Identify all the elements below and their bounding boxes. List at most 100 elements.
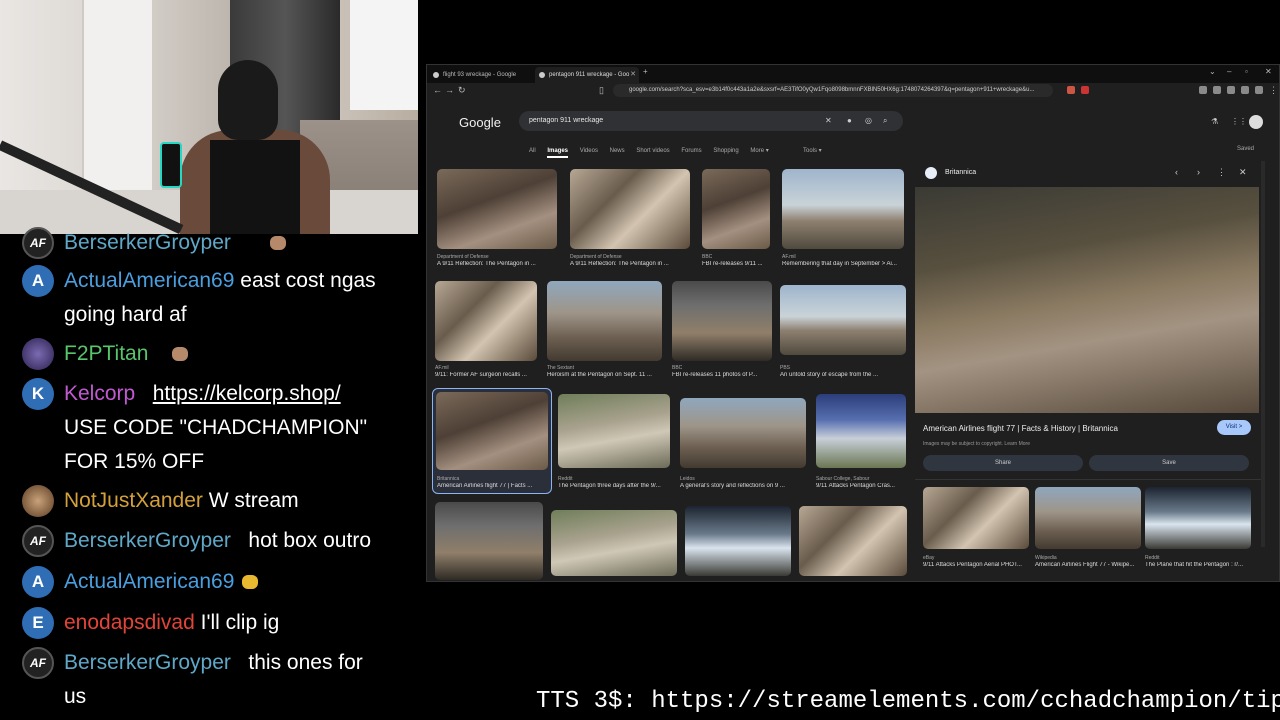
- restore-icon[interactable]: ▫: [1245, 67, 1248, 76]
- related-image[interactable]: [1145, 487, 1251, 549]
- result-image[interactable]: [558, 394, 670, 468]
- emote-icon: [242, 575, 259, 590]
- result-image[interactable]: [799, 506, 907, 576]
- bookmark-icon[interactable]: ▯: [599, 85, 604, 96]
- avatar[interactable]: [1249, 115, 1263, 129]
- minimize-icon[interactable]: –: [1227, 67, 1231, 76]
- related-image[interactable]: [923, 487, 1029, 549]
- result-image[interactable]: [782, 169, 904, 249]
- close-tab-icon[interactable]: ✕: [630, 67, 636, 83]
- chat-link[interactable]: https://kelcorp.shop/: [153, 382, 341, 405]
- tab-images[interactable]: Images: [547, 148, 569, 158]
- divider: [915, 479, 1261, 480]
- tab-search-icon[interactable]: ⌄: [1209, 67, 1216, 76]
- result-image[interactable]: [551, 510, 677, 576]
- result-source: AF.mil: [435, 365, 449, 371]
- result-image[interactable]: [570, 169, 690, 249]
- tab-news[interactable]: News: [610, 148, 625, 154]
- saved-link[interactable]: Saved: [1237, 146, 1254, 152]
- tab-shopping[interactable]: Shopping: [713, 148, 738, 154]
- visit-button[interactable]: Visit >: [1217, 420, 1251, 435]
- chat-text: going hard af: [64, 303, 187, 326]
- chat-line: ActualAmerican69 east cost ngas: [64, 264, 376, 298]
- downloads-icon[interactable]: [1227, 86, 1235, 94]
- tab-more[interactable]: More ▾: [750, 148, 768, 154]
- chat-username: BerserkerGroyper: [64, 529, 231, 552]
- close-window-icon[interactable]: ✕: [1265, 67, 1272, 76]
- panel-source[interactable]: Britannica: [945, 169, 976, 176]
- new-tab-icon[interactable]: +: [643, 67, 648, 76]
- google-favicon-icon: [433, 72, 439, 78]
- google-images-page: Google pentagon 911 wreckage ✕ ● ◎ ⌕ ⚗ ⋮…: [427, 99, 1279, 581]
- google-logo[interactable]: Google: [459, 115, 501, 130]
- chat-username: ActualAmerican69: [64, 570, 235, 593]
- more-icon[interactable]: ⋮: [1217, 167, 1226, 178]
- result-image[interactable]: [816, 394, 906, 468]
- extensions-icon[interactable]: [1199, 86, 1207, 94]
- search-input[interactable]: pentagon 911 wreckage ✕ ● ◎ ⌕: [519, 111, 903, 131]
- result-title[interactable]: Remembering that day in September > Ai..…: [782, 261, 904, 267]
- forward-icon[interactable]: →: [445, 85, 454, 95]
- related-image[interactable]: [1035, 487, 1141, 549]
- profile-icon[interactable]: [1241, 86, 1249, 94]
- result-title[interactable]: A 9/11 Reflection: The Pentagon in ...: [570, 261, 690, 267]
- result-title[interactable]: A general's story and reflections on 9 .…: [680, 483, 806, 489]
- result-image[interactable]: [672, 281, 772, 361]
- camera-icon[interactable]: ◎: [865, 111, 872, 131]
- extension-icon[interactable]: [1081, 86, 1089, 94]
- result-title[interactable]: FBI re-releases 11 photos of P...: [672, 372, 772, 378]
- chat-panel: AF BerserkerGroyper A ActualAmerican69 e…: [0, 224, 418, 720]
- search-query: pentagon 911 wreckage: [529, 117, 604, 124]
- menu-icon[interactable]: ⋮: [1269, 85, 1278, 96]
- result-title[interactable]: FBI re-releases 9/11 ...: [702, 261, 770, 267]
- tab-pentagon[interactable]: pentagon 911 wreckage - Goo ✕: [535, 67, 639, 83]
- result-title[interactable]: A 9/11 Reflection: The Pentagon in ...: [437, 261, 557, 267]
- result-title[interactable]: The Pentagon three days after the 9/...: [558, 483, 670, 489]
- result-image[interactable]: [547, 281, 662, 361]
- apps-icon[interactable]: ⋮⋮: [1231, 117, 1247, 126]
- result-title[interactable]: An untold story of escape from the ...: [780, 372, 906, 378]
- avatar: A: [22, 566, 54, 598]
- reading-list-icon[interactable]: [1213, 86, 1221, 94]
- related-title[interactable]: American Airlines Flight 77 - Wikipe...: [1035, 562, 1141, 568]
- tab-short-videos[interactable]: Short videos: [636, 148, 669, 154]
- result-image[interactable]: [685, 506, 791, 576]
- result-image[interactable]: [702, 169, 770, 249]
- related-title[interactable]: The Plane that hit the Pentagon : r/...: [1145, 562, 1251, 568]
- save-button[interactable]: Save: [1089, 455, 1249, 471]
- result-image[interactable]: [435, 502, 543, 580]
- result-source: The Sextant: [547, 365, 574, 371]
- result-image[interactable]: [436, 392, 548, 470]
- share-button[interactable]: Share: [923, 455, 1083, 471]
- labs-icon[interactable]: ⚗: [1211, 117, 1218, 126]
- result-image[interactable]: [435, 281, 537, 361]
- reload-icon[interactable]: ↻: [458, 85, 466, 96]
- tab-all[interactable]: All: [529, 148, 536, 154]
- tab-flight93[interactable]: flight 93 wreckage - Google Search: [429, 67, 533, 94]
- extension-icon[interactable]: [1067, 86, 1075, 94]
- scrollbar[interactable]: [1261, 161, 1265, 547]
- prev-icon[interactable]: ‹: [1175, 167, 1178, 177]
- tools-button[interactable]: Tools ▾: [803, 147, 822, 154]
- next-icon[interactable]: ›: [1197, 167, 1200, 177]
- address-bar[interactable]: google.com/search?sca_esv=e3b14f0c443a1a…: [613, 84, 1053, 97]
- close-icon[interactable]: ✕: [1239, 167, 1247, 178]
- result-title[interactable]: American Airlines flight 77 | Facts ...: [437, 483, 549, 489]
- tab-videos[interactable]: Videos: [580, 148, 598, 154]
- related-title[interactable]: 9/11 Attacks Pentagon Aerial PHOT...: [923, 562, 1029, 568]
- panel-title[interactable]: American Airlines flight 77 | Facts & Hi…: [923, 424, 1118, 433]
- privacy-icon[interactable]: [1255, 86, 1263, 94]
- result-image[interactable]: [780, 285, 906, 355]
- result-image[interactable]: [437, 169, 557, 249]
- result-title[interactable]: 9/11 Attacks Pentagon Cras...: [816, 483, 908, 489]
- mic-icon[interactable]: ●: [847, 111, 852, 131]
- webcam-door: [82, 0, 152, 200]
- back-icon[interactable]: ←: [433, 85, 442, 95]
- result-title[interactable]: 9/11: Former AF surgeon recalls ...: [435, 372, 539, 378]
- result-image[interactable]: [680, 398, 806, 468]
- tab-forums[interactable]: Forums: [681, 148, 701, 154]
- result-title[interactable]: Heroism at the Pentagon on Sept. 11 ...: [547, 372, 663, 378]
- search-icon[interactable]: ⌕: [883, 111, 887, 131]
- clear-icon[interactable]: ✕: [825, 111, 832, 131]
- preview-image[interactable]: [915, 187, 1259, 413]
